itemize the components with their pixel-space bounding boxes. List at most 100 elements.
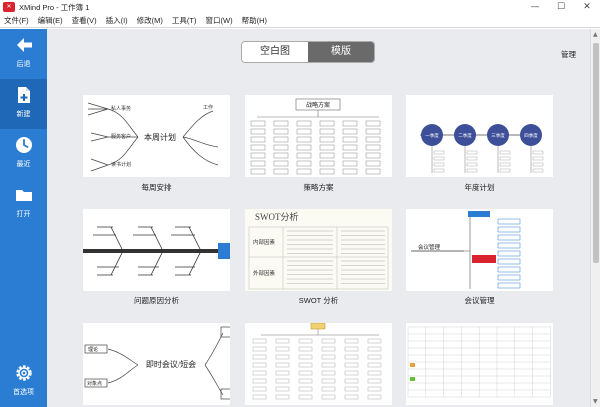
folder-icon [15,190,32,201]
tab-blank-map[interactable]: 空白图 [242,42,308,62]
strategy-node-box [296,168,312,175]
tree-node-box [321,370,336,376]
tree-node-box [275,386,290,392]
strategy-node-box [296,152,312,159]
strategy-node-box [319,120,335,127]
tree-node-box [275,346,290,352]
menu-file[interactable]: 文件(F) [4,15,29,26]
template-card-weekly[interactable]: 本周计划 私人事务 服务客户 读书计划 工作 [83,95,230,177]
tree-node-box [344,394,359,400]
sidebar-item-recent[interactable]: 最近 [0,129,47,179]
strategy-node-box [342,160,358,167]
tree-node-box [367,346,382,352]
template-card-root-cause[interactable] [83,209,230,291]
scroll-thumb[interactable] [593,43,599,263]
strategy-node-box [296,136,312,143]
close-button[interactable]: ✕ [574,0,600,14]
weekly-branch-text: 私人事务 [111,105,131,112]
weekly-center-text: 本周计划 [144,132,176,142]
sidebar-item-open[interactable]: 打开 [0,179,47,229]
template-card-instant-meeting[interactable]: 即时会议/短会 理论 对象点 [83,323,230,405]
meeting-thumbnail: 会议管理 [411,211,521,289]
fishbone-thumbnail [83,226,230,276]
tree-node-box [298,378,313,384]
manage-link[interactable]: 管理 [561,49,576,60]
strategy-node-box [296,128,312,135]
minimize-button[interactable]: — [522,0,548,14]
xmind-window: ✕ XMind Pro - 工作簿 1 — ☐ ✕ 文件(F) 编辑(E) 查看… [0,0,600,407]
sidebar-item-label: 最近 [16,161,31,168]
strategy-node-box [319,128,335,135]
template-card-swot[interactable]: SWOT分析 内部因素 外部因素 [245,209,392,291]
template-card-meeting[interactable]: 会议管理 [406,209,553,291]
annual-task-box [433,162,445,167]
tree-node-box [298,362,313,368]
view-switch: 空白图 模版 [241,41,375,63]
menu-bar: 文件(F) 编辑(E) 查看(V) 插入(I) 修改(M) 工具(T) 窗口(W… [0,14,600,28]
instant-branch-text: 对象点 [87,380,102,387]
tree-node-box [344,338,359,344]
maximize-button[interactable]: ☐ [548,0,574,14]
weekly-branch-text: 服务客户 [111,133,131,140]
template-label: 每周安排 [141,183,172,192]
sidebar-item-label: 后退 [16,61,31,68]
tree-node-box [321,386,336,392]
tree-node-box [367,394,382,400]
sidebar-item-back[interactable]: 后退 [0,29,47,79]
menu-tools[interactable]: 工具(T) [172,15,197,26]
annual-task-box [499,156,511,161]
sidebar-item-preferences[interactable]: 首选项 [0,357,47,407]
sidebar-item-new[interactable]: 新建 [0,79,47,129]
strategy-node-box [365,152,381,159]
scroll-up-icon[interactable]: ▲ [593,31,598,38]
template-label: 策略方案 [303,183,334,192]
new-file-icon [17,87,30,103]
template-card-table[interactable] [406,323,553,405]
annual-plan-thumbnail: 一季度 二季度 三季度 四季度 [420,124,544,173]
tree-map-thumbnail [252,323,382,400]
strategy-node-box [342,136,358,143]
meeting-topic-box [497,242,521,249]
tree-node-box [367,378,382,384]
template-label: 年度计划 [464,183,495,192]
strategy-node-box [365,168,381,175]
menu-edit[interactable]: 编辑(E) [38,15,63,26]
clock-icon [15,137,32,153]
strategy-node-box [250,168,266,175]
menu-view[interactable]: 查看(V) [72,15,97,26]
tree-node-box [298,346,313,352]
tab-template[interactable]: 模版 [308,42,374,62]
template-card-strategy[interactable]: 战略方案 [245,95,392,177]
template-card-tree[interactable] [245,323,392,405]
annual-task-box [499,150,511,155]
tree-node-box [252,378,267,384]
strategy-node-box [273,136,289,143]
meeting-topic-box [497,266,521,273]
gear-icon [15,365,32,381]
strategy-node-box [365,136,381,143]
swot-thumbnail: SWOT分析 内部因素 外部因素 [245,209,392,291]
meeting-center-text: 会议管理 [418,243,441,251]
template-label: 问题原因分析 [134,296,179,305]
annual-task-box [499,162,511,167]
menu-modify[interactable]: 修改(M) [137,15,163,26]
tree-node-box [275,354,290,360]
strategy-node-box [296,144,312,151]
tree-node-box [298,354,313,360]
meeting-topic-box [497,234,521,241]
annual-task-box [433,150,445,155]
tree-node-box [275,362,290,368]
tree-node-box [252,362,267,368]
template-card-annual[interactable]: 一季度 二季度 三季度 四季度 [406,95,553,177]
strategy-node-box [365,144,381,151]
strategy-node-box [342,128,358,135]
annual-quarter-label: 二季度 [458,132,472,139]
menu-help[interactable]: 帮助(H) [242,15,267,26]
scroll-down-icon[interactable]: ▼ [593,398,598,405]
vertical-scrollbar[interactable]: ▲ ▼ [590,29,600,407]
strategy-node-box [273,160,289,167]
tree-node-box [321,362,336,368]
menu-window[interactable]: 窗口(W) [206,15,233,26]
instant-meeting-thumbnail: 即时会议/短会 理论 对象点 [84,326,230,400]
menu-insert[interactable]: 插入(I) [106,15,128,26]
